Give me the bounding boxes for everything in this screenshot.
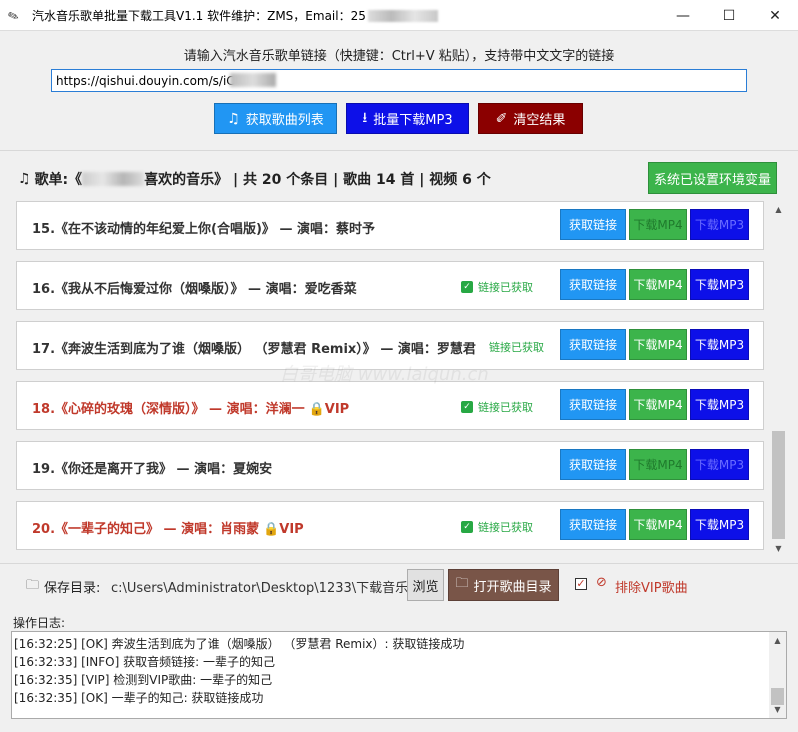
url-prompt-label: 请输入汽水音乐歌单链接（快捷键：Ctrl+V 粘贴），支持带中文文字的链接: [183, 49, 615, 64]
exclude-vip-label[interactable]: 排除VIP歌曲: [615, 577, 688, 596]
clear-results-button[interactable]: ✐ 清空结果: [478, 103, 583, 134]
save-dir-path: c:\Users\Administrator\Desktop\1233\下载音乐: [111, 581, 409, 596]
download-icon: ⭳: [362, 109, 368, 126]
get-link-button[interactable]: 获取链接: [560, 329, 626, 360]
song-title: 16.《我从不后悔爱过你（烟嗓版）》 — 演唱：爱吃香菜: [32, 282, 357, 297]
log-line: [16:32:35] [VIP] 检测到VIP歌曲: 一辈子的知己: [14, 673, 273, 687]
divider: [0, 150, 798, 151]
song-title: 19.《你还是离开了我》 — 演唱：夏婉安: [32, 462, 273, 477]
log-scrollbar[interactable]: ▲ ▼: [769, 632, 786, 718]
log-textarea[interactable]: [16:32:25] [OK] 奔波生活到底为了谁（烟嗓版） （罗慧君 Remi…: [11, 631, 787, 719]
get-link-button[interactable]: 获取链接: [560, 269, 626, 300]
env-variable-button[interactable]: 系统已设置环境变量: [648, 162, 777, 194]
vip-badge: 🔒VIP: [263, 522, 304, 537]
download-mp3-button[interactable]: 下载MP3: [690, 329, 749, 360]
song-row: 16.《我从不后悔爱过你（烟嗓版）》 — 演唱：爱吃香菜 ✓ 链接已获取 获取链接…: [16, 261, 764, 310]
song-title: 17.《奔波生活到底为了谁（烟嗓版） （罗慧君 Remix）》 — 演唱：罗慧君: [32, 342, 476, 357]
save-dir-label: 保存目录:: [44, 581, 101, 596]
maximize-button[interactable]: ☐: [706, 0, 752, 31]
redacted-email: [367, 10, 438, 22]
browse-button[interactable]: 浏览: [407, 569, 444, 601]
check-icon: ✓: [461, 521, 473, 533]
get-link-button[interactable]: 获取链接: [560, 209, 626, 240]
scroll-up-icon[interactable]: ▲: [769, 632, 786, 649]
title-bar: ✎ 汽水音乐歌单批量下载工具V1.1 软件维护：ZMS，Email：25 — ☐…: [0, 0, 798, 31]
playlist-summary: ♫ 歌单:《 喜欢的音乐》 | 共 20 个条目 | 歌曲 14 首 | 视频 …: [18, 171, 491, 188]
log-line: [16:32:33] [INFO] 获取音频链接: 一辈子的知己: [14, 655, 275, 669]
scroll-up-icon[interactable]: ▲: [770, 201, 787, 218]
song-title: 15.《在不该动情的年纪爱上你(合唱版)》 — 演唱：蔡时予: [32, 222, 375, 237]
broom-icon: ✐: [495, 110, 508, 127]
download-mp4-button[interactable]: 下载MP4: [629, 269, 687, 300]
get-link-button[interactable]: 获取链接: [560, 449, 626, 480]
get-link-button[interactable]: 获取链接: [560, 509, 626, 540]
folder-icon: 🗀: [455, 576, 469, 591]
song-list-scrollbar[interactable]: ▲ ▼: [770, 201, 787, 557]
music-note-icon: ♫: [18, 171, 31, 187]
download-mp4-button[interactable]: 下载MP4: [629, 389, 687, 420]
feather-icon: ✎: [6, 7, 22, 26]
batch-download-mp3-button[interactable]: ⭳ 批量下载MP3: [346, 103, 469, 134]
minimize-button[interactable]: —: [660, 0, 706, 31]
music-note-icon: ♫: [227, 110, 240, 127]
redacted-username: [82, 172, 145, 186]
link-status: ✓ 链接已获取: [461, 279, 533, 295]
link-status: ✓ 链接已获取: [461, 399, 533, 415]
divider: [0, 563, 798, 564]
download-mp4-button[interactable]: 下载MP4: [629, 209, 687, 240]
folder-icon: 🗀: [26, 578, 40, 593]
link-status: 链接已获取: [489, 341, 544, 354]
song-row: 15.《在不该动情的年纪爱上你(合唱版)》 — 演唱：蔡时予 获取链接 下载MP…: [16, 201, 764, 250]
download-mp3-button[interactable]: 下载MP3: [690, 509, 749, 540]
fetch-songs-button[interactable]: ♫ 获取歌曲列表: [214, 103, 337, 134]
window-title: 汽水音乐歌单批量下载工具V1.1 软件维护：ZMS，Email：25: [32, 7, 438, 24]
download-mp4-button[interactable]: 下载MP4: [629, 449, 687, 480]
scroll-down-icon[interactable]: ▼: [770, 540, 787, 557]
scroll-thumb[interactable]: [772, 431, 785, 539]
song-row: 20.《一辈子的知己》 — 演唱：肖雨蒙 🔒VIP ✓ 链接已获取 获取链接 下载M…: [16, 501, 764, 550]
log-label: 操作日志:: [13, 616, 66, 630]
download-mp3-button[interactable]: 下载MP3: [690, 449, 749, 480]
check-icon: ✓: [461, 401, 473, 413]
link-status: ✓ 链接已获取: [461, 519, 533, 535]
song-title: 18.《心碎的玫瑰（深情版）》 — 演唱：洋澜一 🔒VIP: [32, 402, 350, 417]
song-row: 18.《心碎的玫瑰（深情版）》 — 演唱：洋澜一 🔒VIP ✓ 链接已获取 获取链接…: [16, 381, 764, 430]
close-button[interactable]: ✕: [752, 0, 798, 31]
check-icon: ✓: [461, 281, 473, 293]
download-mp3-button[interactable]: 下载MP3: [690, 269, 749, 300]
watermark: 白哥电脑 www.laiqun.cn: [280, 364, 489, 385]
scroll-down-icon[interactable]: ▼: [769, 701, 786, 718]
vip-badge: 🔒VIP: [308, 402, 350, 417]
download-mp4-button[interactable]: 下载MP4: [629, 329, 687, 360]
exclude-vip-checkbox[interactable]: ✓: [575, 578, 587, 590]
redacted-url: [230, 73, 276, 87]
song-title: 20.《一辈子的知己》 — 演唱：肖雨蒙 🔒VIP: [32, 522, 304, 537]
ban-icon: ⊘: [596, 575, 607, 590]
log-line: [16:32:25] [OK] 奔波生活到底为了谁（烟嗓版） （罗慧君 Remi…: [14, 637, 465, 651]
download-mp3-button[interactable]: 下载MP3: [690, 209, 749, 240]
get-link-button[interactable]: 获取链接: [560, 389, 626, 420]
log-line: [16:32:35] [OK] 一辈子的知己: 获取链接成功: [14, 691, 264, 705]
download-mp3-button[interactable]: 下载MP3: [690, 389, 749, 420]
playlist-url-input[interactable]: [51, 69, 747, 92]
open-song-dir-button[interactable]: 🗀 打开歌曲目录: [448, 569, 559, 601]
song-row: 19.《你还是离开了我》 — 演唱：夏婉安 获取链接 下载MP4 下载MP3: [16, 441, 764, 490]
download-mp4-button[interactable]: 下载MP4: [629, 509, 687, 540]
